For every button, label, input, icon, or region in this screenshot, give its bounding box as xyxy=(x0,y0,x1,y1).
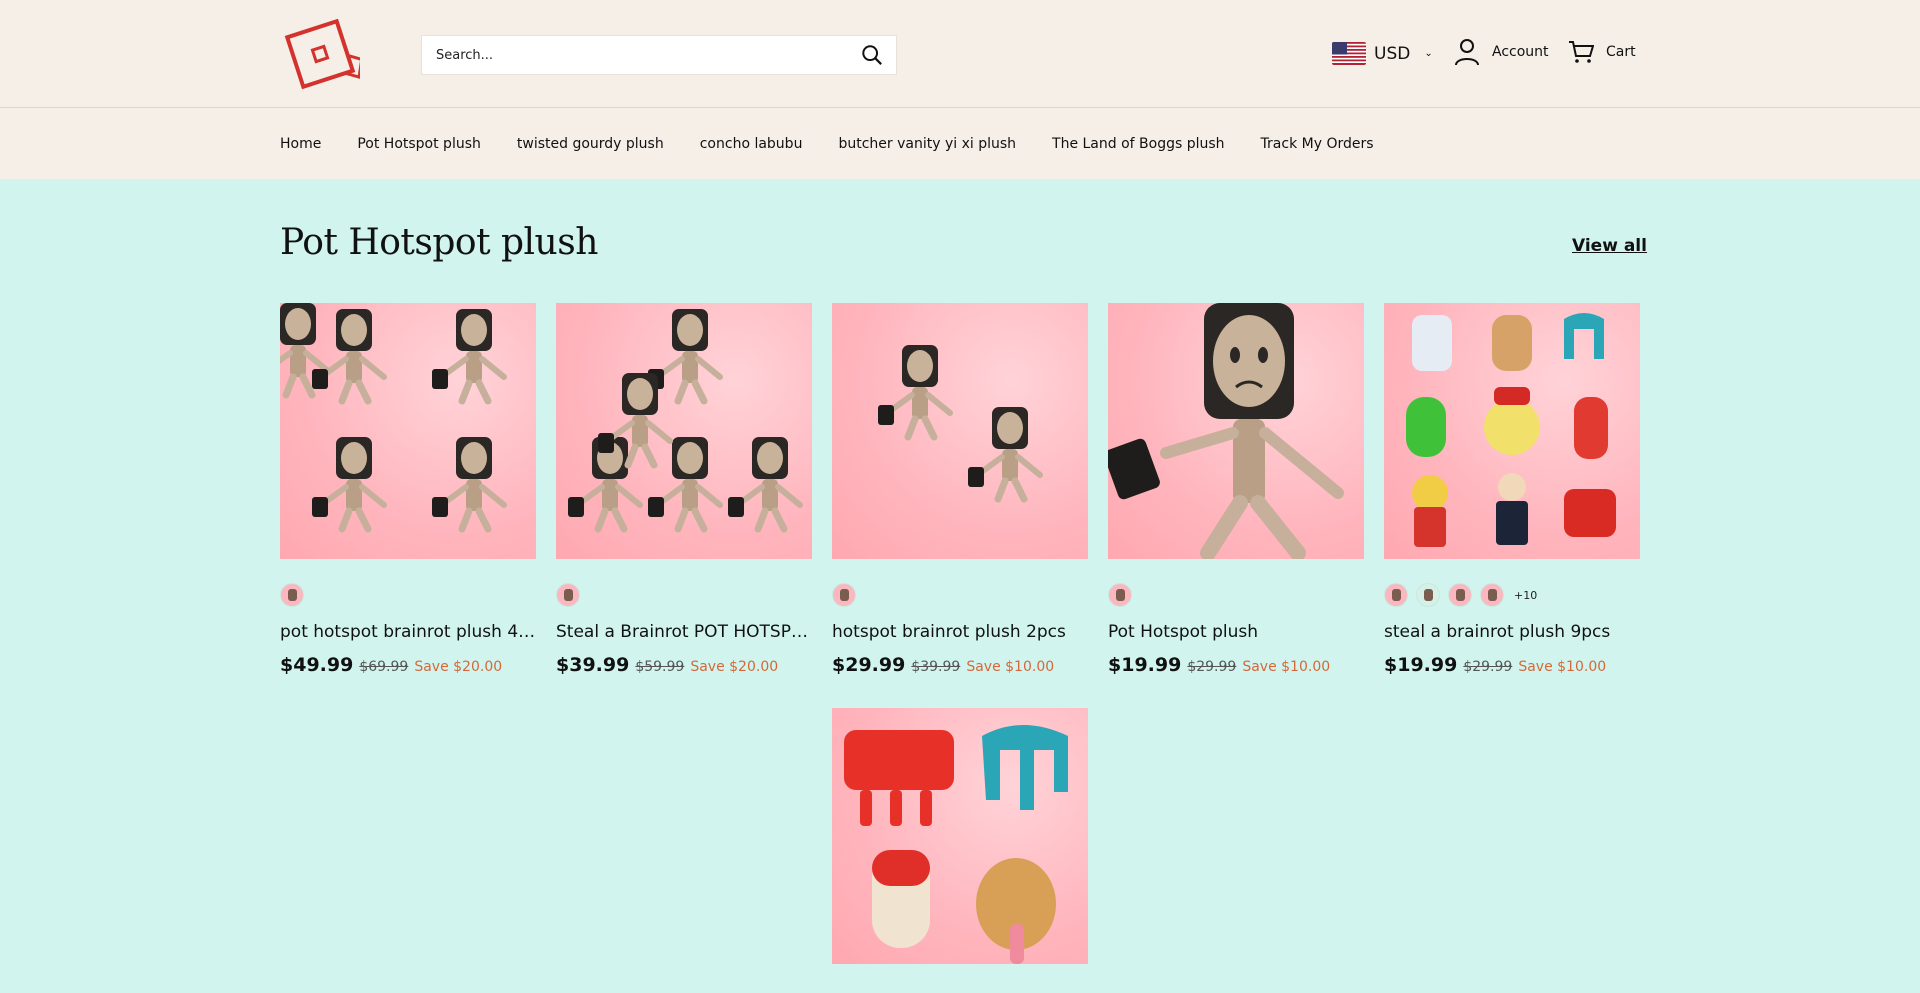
sale-price: $49.99 xyxy=(280,654,354,676)
search-button[interactable] xyxy=(848,36,896,74)
view-all-link[interactable]: View all xyxy=(1572,236,1647,256)
save-amount: Save $10.00 xyxy=(1242,659,1331,675)
product-card[interactable] xyxy=(832,708,1088,964)
save-amount: Save $20.00 xyxy=(414,659,503,675)
product-title[interactable]: pot hotspot brainrot plush 4pcs xyxy=(280,622,536,642)
save-amount: Save $20.00 xyxy=(690,659,779,675)
color-swatch[interactable] xyxy=(1384,583,1408,607)
color-swatch[interactable] xyxy=(1480,583,1504,607)
search-input[interactable] xyxy=(422,36,848,74)
nav-item-butcher-vanity[interactable]: butcher vanity yi xi plush xyxy=(838,136,1016,152)
product-card[interactable]: Steal a Brainrot POT HOTSPOT plush $39.9… xyxy=(556,303,812,676)
compare-price: $29.99 xyxy=(1463,659,1513,675)
nav-item-pot-hotspot[interactable]: Pot Hotspot plush xyxy=(357,136,481,152)
nav-item-twisted-gourdy[interactable]: twisted gourdy plush xyxy=(517,136,664,152)
product-title[interactable]: steal a brainrot plush 9pcs xyxy=(1384,622,1640,642)
product-card[interactable]: Pot Hotspot plush $19.99 $29.99 Save $10… xyxy=(1108,303,1364,676)
store-logo[interactable] xyxy=(280,16,364,92)
more-swatches-count[interactable]: +10 xyxy=(1514,589,1537,602)
nav-item-land-of-boggs[interactable]: The Land of Boggs plush xyxy=(1052,136,1225,152)
product-title[interactable]: Steal a Brainrot POT HOTSPOT plush xyxy=(556,622,812,642)
section-title: Pot Hotspot plush xyxy=(280,222,598,263)
product-image[interactable] xyxy=(1108,303,1364,559)
product-image[interactable] xyxy=(556,303,812,559)
nav-item-concho-labubu[interactable]: concho labubu xyxy=(700,136,803,152)
sale-price: $19.99 xyxy=(1384,654,1458,676)
account-link[interactable]: Account xyxy=(1454,38,1549,66)
color-swatch[interactable] xyxy=(1108,583,1132,607)
save-amount: Save $10.00 xyxy=(966,659,1055,675)
currency-selector[interactable]: USD ⌄ xyxy=(1332,42,1433,65)
nav-item-home[interactable]: Home xyxy=(280,136,321,152)
compare-price: $29.99 xyxy=(1187,659,1237,675)
us-flag-icon xyxy=(1332,42,1366,65)
account-label: Account xyxy=(1492,44,1549,60)
user-icon xyxy=(1455,39,1479,66)
save-amount: Save $10.00 xyxy=(1518,659,1607,675)
color-swatch[interactable] xyxy=(556,583,580,607)
sale-price: $39.99 xyxy=(556,654,630,676)
search-icon xyxy=(862,45,882,65)
color-swatch[interactable] xyxy=(1448,583,1472,607)
main-nav: Home Pot Hotspot plush twisted gourdy pl… xyxy=(0,108,1920,179)
sale-price: $29.99 xyxy=(832,654,906,676)
cart-label: Cart xyxy=(1606,44,1636,60)
currency-label: USD xyxy=(1374,43,1411,64)
product-image[interactable] xyxy=(832,303,1088,559)
product-card[interactable]: +10 steal a brainrot plush 9pcs $19.99 $… xyxy=(1384,303,1640,676)
product-image[interactable] xyxy=(832,708,1088,964)
nav-item-track-orders[interactable]: Track My Orders xyxy=(1261,136,1374,152)
product-title[interactable]: Pot Hotspot plush xyxy=(1108,622,1364,642)
cart-icon xyxy=(1569,41,1594,63)
color-swatch[interactable] xyxy=(1416,583,1440,607)
site-header: USD ⌄ Account Cart xyxy=(0,0,1920,108)
product-image[interactable] xyxy=(280,303,536,559)
product-title[interactable]: hotspot brainrot plush 2pcs xyxy=(832,622,1088,642)
sale-price: $19.99 xyxy=(1108,654,1182,676)
compare-price: $39.99 xyxy=(911,659,961,675)
chevron-down-icon: ⌄ xyxy=(1424,48,1433,59)
product-card[interactable]: pot hotspot brainrot plush 4pcs $49.99 $… xyxy=(280,303,536,676)
product-image[interactable] xyxy=(1384,303,1640,559)
compare-price: $59.99 xyxy=(635,659,685,675)
compare-price: $69.99 xyxy=(359,659,409,675)
cart-link[interactable]: Cart xyxy=(1568,40,1636,64)
search-bar xyxy=(421,35,897,75)
product-card[interactable]: hotspot brainrot plush 2pcs $29.99 $39.9… xyxy=(832,303,1088,676)
color-swatch[interactable] xyxy=(832,583,856,607)
color-swatch[interactable] xyxy=(280,583,304,607)
